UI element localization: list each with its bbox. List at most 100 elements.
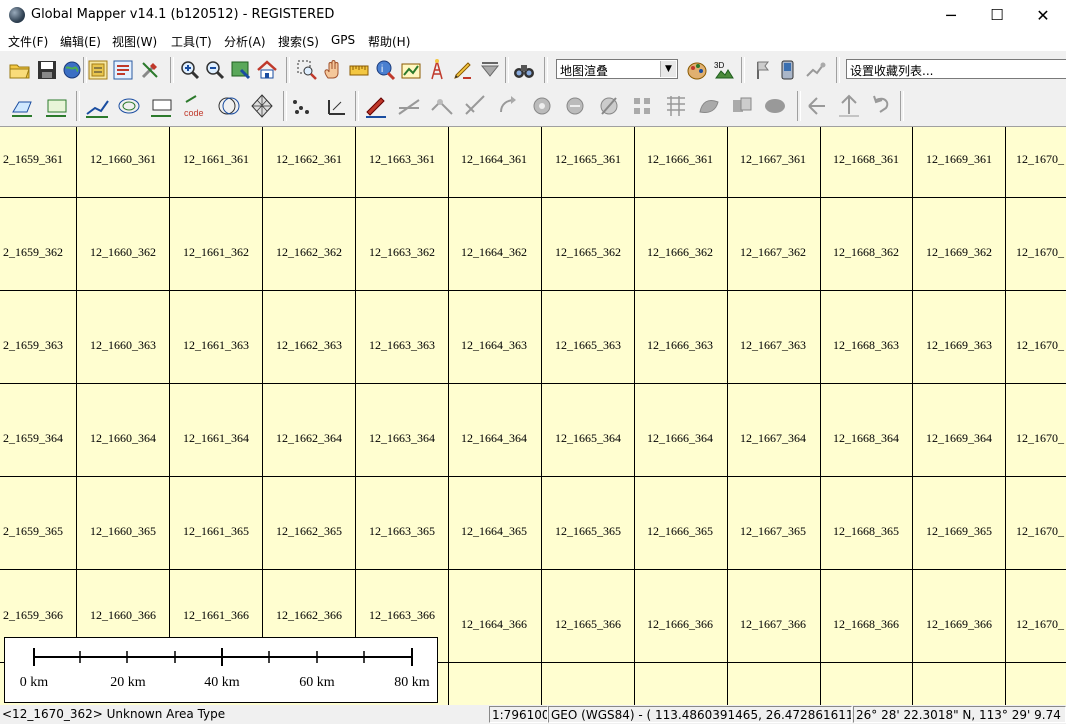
grid-line-horizontal — [0, 569, 1066, 570]
tile-label: 12_1664_366 — [461, 617, 527, 631]
create-line-icon[interactable] — [82, 90, 112, 122]
chevron-down-icon[interactable]: ▼ — [660, 61, 676, 77]
feature-code-icon[interactable]: code — [180, 90, 210, 122]
tile-label: 12_1661_362 — [183, 245, 249, 259]
tile-label: 12_1663_362 — [369, 245, 435, 259]
tile-label: 2_1659_366 — [3, 608, 63, 622]
tile-label: 12_1664_361 — [461, 152, 527, 166]
maximize-button[interactable]: ☐ — [974, 0, 1020, 31]
zoom-in-icon[interactable] — [178, 58, 202, 82]
tile-label: 12_1668_366 — [833, 617, 899, 631]
home-icon[interactable] — [255, 58, 279, 82]
digitizer-icon[interactable] — [399, 58, 423, 82]
favorites-combo[interactable]: 设置收藏列表... — [846, 59, 1066, 79]
tile-label: 12_1670_ — [1016, 152, 1064, 166]
area-cut-icon[interactable] — [594, 90, 624, 122]
tile-label: 12_1667_362 — [740, 245, 806, 259]
tile-label: 12_1669_366 — [926, 617, 992, 631]
edit-pencil-icon[interactable] — [451, 58, 475, 82]
menu-view[interactable]: 视图(W) — [112, 33, 157, 50]
up-arrow-icon[interactable] — [834, 90, 864, 122]
shader-palette-icon[interactable] — [685, 58, 709, 82]
tile-label: 12_1662_365 — [276, 524, 342, 538]
gps-device-icon[interactable] — [777, 58, 801, 82]
tile-label: 12_1667_361 — [740, 152, 806, 166]
area-simplify-icon[interactable] — [760, 90, 790, 122]
zoom-box-icon[interactable] — [295, 58, 319, 82]
tower-icon[interactable] — [425, 58, 449, 82]
move-vertex-icon[interactable] — [321, 90, 351, 122]
measure-icon[interactable] — [347, 58, 371, 82]
menu-tools[interactable]: 工具(T) — [171, 33, 212, 50]
redo-arrow-icon[interactable] — [866, 90, 896, 122]
status-scale: 1:796100 — [489, 706, 548, 723]
area-merge-icon[interactable] — [727, 90, 757, 122]
tile-label: 12_1660_364 — [90, 431, 156, 445]
tile-label: 12_1660_362 — [90, 245, 156, 259]
binoculars-icon[interactable] — [512, 58, 536, 82]
trim-icon[interactable] — [460, 90, 490, 122]
split-line-icon[interactable] — [394, 90, 424, 122]
minimize-button[interactable]: ─ — [928, 0, 974, 31]
zoom-out-icon[interactable] — [203, 58, 227, 82]
tile-label: 12_1661_365 — [183, 524, 249, 538]
tile-label: 12_1665_365 — [555, 524, 621, 538]
grid-icon[interactable] — [247, 90, 277, 122]
menu-bar: 文件(F) 编辑(E) 视图(W) 工具(T) 分析(A) 搜索(S) GPS … — [0, 31, 1066, 51]
grid-points-icon[interactable] — [628, 90, 658, 122]
gps-track-icon[interactable] — [803, 58, 827, 82]
zoom-extent-icon[interactable] — [229, 58, 253, 82]
grid-lines-icon[interactable] — [661, 90, 691, 122]
overlay-control-icon[interactable] — [111, 58, 135, 82]
tile-label: 12_1667_364 — [740, 431, 806, 445]
map-view[interactable]: 2_1659_361 12_1660_361 12_1661_361 12_1662_… — [0, 127, 1066, 705]
config-tools-icon[interactable] — [138, 58, 162, 82]
menu-gps[interactable]: GPS — [331, 33, 355, 47]
menu-analysis[interactable]: 分析(A) — [224, 33, 266, 50]
create-contour-icon[interactable] — [114, 90, 144, 122]
scale-label-80: 80 km — [394, 675, 430, 690]
layer-control-icon[interactable] — [86, 58, 110, 82]
undo-arrow-1-icon[interactable] — [801, 90, 831, 122]
area-gear-1-icon[interactable] — [527, 90, 557, 122]
menu-edit[interactable]: 编辑(E) — [60, 33, 101, 50]
smooth-area-icon[interactable] — [694, 90, 724, 122]
view-3d-icon[interactable]: 3D — [712, 58, 736, 82]
tile-label: 12_1661_363 — [183, 338, 249, 352]
create-area-icon[interactable] — [8, 90, 38, 122]
tile-label: 12_1661_364 — [183, 431, 249, 445]
grid-line-vertical — [76, 127, 77, 637]
close-button[interactable]: ✕ — [1020, 0, 1066, 31]
grid-line-horizontal — [0, 476, 1066, 477]
create-range-ring-icon[interactable] — [147, 90, 177, 122]
flag-icon[interactable] — [751, 58, 775, 82]
menu-help[interactable]: 帮助(H) — [368, 33, 410, 50]
menu-file[interactable]: 文件(F) — [8, 33, 48, 50]
globe-connect-icon[interactable] — [60, 58, 84, 82]
menu-search[interactable]: 搜索(S) — [278, 33, 319, 50]
grid-line-vertical — [448, 127, 449, 705]
map-layer-combo[interactable]: 地图渲叠 ▼ — [556, 59, 678, 79]
tile-label: 2_1659_365 — [3, 524, 63, 538]
window-title: Global Mapper v14.1 (b120512) - REGISTER… — [31, 7, 335, 22]
pan-hand-icon[interactable] — [321, 58, 345, 82]
tile-label: 12_1668_363 — [833, 338, 899, 352]
open-folder-icon[interactable] — [8, 58, 32, 82]
join-line-icon[interactable] — [427, 90, 457, 122]
create-points-icon[interactable] — [287, 90, 317, 122]
rotate-feature-icon[interactable] — [493, 90, 523, 122]
area-gear-2-icon[interactable] — [560, 90, 590, 122]
tile-label: 12_1662_364 — [276, 431, 342, 445]
buffer-icon[interactable] — [214, 90, 244, 122]
tile-label: 12_1669_363 — [926, 338, 992, 352]
save-icon[interactable] — [35, 58, 59, 82]
tile-label: 2_1659_362 — [3, 245, 63, 259]
filter-icon[interactable] — [478, 58, 502, 82]
grid-line-vertical — [912, 127, 913, 705]
tile-label: 12_1667_366 — [740, 617, 806, 631]
grid-line-horizontal — [0, 383, 1066, 384]
edit-feature-icon[interactable] — [361, 90, 391, 122]
scale-label-40: 40 km — [204, 675, 240, 690]
feature-info-icon[interactable]: i — [373, 58, 397, 82]
create-rectangle-icon[interactable] — [42, 90, 72, 122]
